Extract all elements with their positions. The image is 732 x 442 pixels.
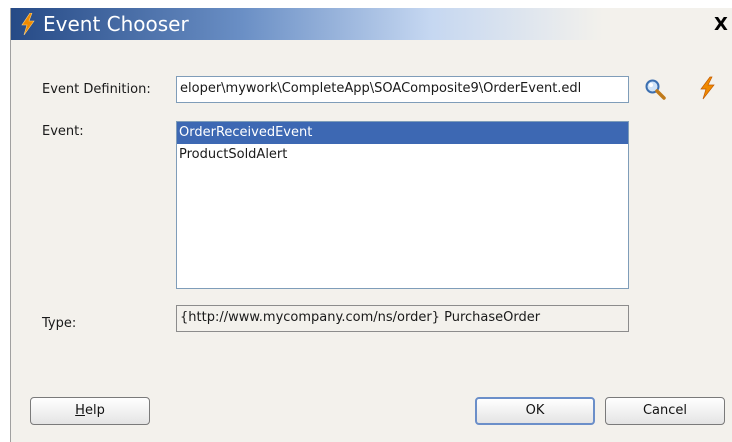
close-button[interactable]: X	[711, 15, 731, 35]
dialog-title: Event Chooser	[43, 12, 189, 36]
type-label: Type:	[42, 316, 77, 331]
event-list-item-order-received[interactable]: OrderReceivedEvent	[177, 122, 628, 144]
create-event-lightning-icon[interactable]	[695, 76, 719, 100]
event-list-item-product-sold[interactable]: ProductSoldAlert	[177, 144, 628, 166]
event-definition-field[interactable]: eloper\mywork\CompleteApp\SOAComposite9\…	[176, 76, 629, 103]
cancel-button[interactable]: Cancel	[605, 397, 725, 425]
event-label: Event:	[42, 124, 84, 139]
event-definition-label: Event Definition:	[42, 82, 151, 97]
help-label-rest: elp	[84, 403, 105, 418]
lightning-icon	[21, 13, 35, 35]
help-mnemonic: H	[75, 403, 85, 418]
event-chooser-dialog: Event Chooser X Event Definition: eloper…	[10, 8, 732, 442]
event-list[interactable]: OrderReceivedEvent ProductSoldAlert	[176, 121, 629, 289]
ok-button[interactable]: OK	[475, 397, 595, 425]
title-bar[interactable]: Event Chooser X	[11, 8, 732, 40]
type-field: {http://www.mycompany.com/ns/order} Purc…	[176, 305, 629, 332]
search-icon[interactable]	[643, 77, 667, 101]
help-button[interactable]: Help	[30, 397, 150, 425]
